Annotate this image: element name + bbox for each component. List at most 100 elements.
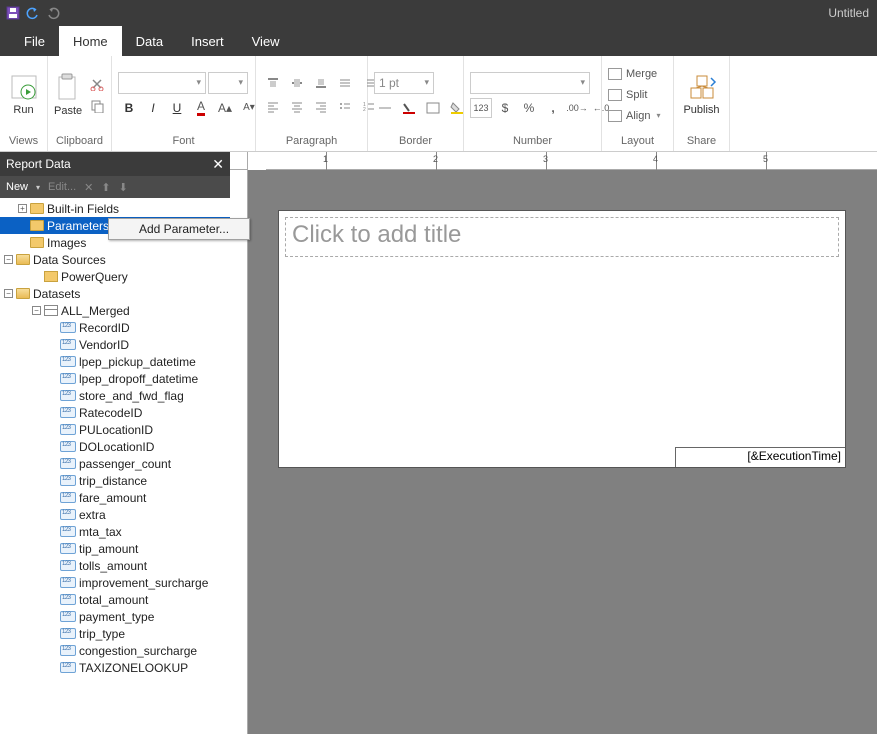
report-body[interactable]: Click to add title [&ExecutionTime]	[278, 210, 846, 468]
field-icon	[60, 611, 76, 622]
field-icon	[60, 645, 76, 656]
tree-field[interactable]: PULocationID	[0, 421, 230, 438]
split-button[interactable]: Split	[608, 85, 660, 105]
undo-icon[interactable]	[26, 6, 40, 20]
align-center-button[interactable]	[286, 97, 308, 117]
report-data-panel: Report Data ✕ New ▾ Edit... ✕ ⬆ ⬇ +Built…	[0, 152, 230, 734]
placeholder-button[interactable]: 123	[470, 98, 492, 118]
run-label: Run	[13, 104, 33, 116]
comma-button[interactable]: ,	[542, 98, 564, 118]
number-format-combo[interactable]: ▾	[470, 72, 590, 94]
title-bar: Untitled	[0, 0, 877, 26]
field-icon	[60, 560, 76, 571]
tab-file[interactable]: File	[10, 26, 59, 56]
tree-field[interactable]: payment_type	[0, 608, 230, 625]
group-layout: Merge Split Align▾ Layout	[602, 56, 674, 151]
tree-powerquery[interactable]: PowerQuery	[0, 268, 230, 285]
tree-field[interactable]: tip_amount	[0, 540, 230, 557]
align-top-button[interactable]	[262, 73, 284, 93]
publish-button[interactable]: Publish	[680, 60, 723, 130]
tree-field[interactable]: total_amount	[0, 591, 230, 608]
field-icon	[60, 526, 76, 537]
align-bottom-button[interactable]	[310, 73, 332, 93]
align-left-button[interactable]	[262, 97, 284, 117]
tree-field[interactable]: congestion_surcharge	[0, 642, 230, 659]
ribbon: Run Views Paste Clipboard ▾ ▾ B I	[0, 56, 877, 152]
field-icon	[60, 458, 76, 469]
tree-field[interactable]: trip_type	[0, 625, 230, 642]
execution-time-textbox[interactable]: [&ExecutionTime]	[675, 447, 845, 467]
report-title-placeholder[interactable]: Click to add title	[285, 217, 839, 257]
tab-view[interactable]: View	[238, 26, 294, 56]
tree-all-merged[interactable]: −ALL_Merged	[0, 302, 230, 319]
group-number-label: Number	[464, 133, 601, 151]
tree-datasets[interactable]: −Datasets	[0, 285, 230, 302]
tree-builtin-fields[interactable]: +Built-in Fields	[0, 200, 230, 217]
border-style-button[interactable]	[374, 98, 396, 118]
tree-field[interactable]: improvement_surcharge	[0, 574, 230, 591]
field-icon	[60, 594, 76, 605]
tree-field[interactable]: extra	[0, 506, 230, 523]
tab-home[interactable]: Home	[59, 26, 122, 56]
panel-edit-button: Edit...	[48, 181, 76, 193]
bullets-button[interactable]	[334, 97, 356, 117]
tree-field[interactable]: VendorID	[0, 336, 230, 353]
decrease-indent-button[interactable]	[334, 73, 356, 93]
increase-decimal-button[interactable]: .00→	[566, 98, 588, 118]
font-color-button[interactable]: A	[190, 98, 212, 118]
border-weight-combo[interactable]: 1 pt▾	[374, 72, 434, 94]
tree-field[interactable]: fare_amount	[0, 489, 230, 506]
tree-data-sources[interactable]: −Data Sources	[0, 251, 230, 268]
tree-field[interactable]: passenger_count	[0, 455, 230, 472]
tree-field[interactable]: lpep_dropoff_datetime	[0, 370, 230, 387]
tab-data[interactable]: Data	[122, 26, 177, 56]
border-color-button[interactable]	[398, 98, 420, 118]
tree-field[interactable]: trip_distance	[0, 472, 230, 489]
tree-field[interactable]: store_and_fwd_flag	[0, 387, 230, 404]
italic-button[interactable]: I	[142, 98, 164, 118]
tree-field[interactable]: lpep_pickup_datetime	[0, 353, 230, 370]
tree-field[interactable]: TAXIZONELOOKUP	[0, 659, 230, 676]
parameters-context-menu: Add Parameter...	[108, 218, 250, 240]
bold-button[interactable]: B	[118, 98, 140, 118]
field-icon	[60, 424, 76, 435]
run-button[interactable]: Run	[6, 60, 41, 130]
percent-button[interactable]: %	[518, 98, 540, 118]
align-right-button[interactable]	[310, 97, 332, 117]
merge-button[interactable]: Merge	[608, 64, 660, 84]
tree-field[interactable]: RecordID	[0, 319, 230, 336]
panel-title: Report Data	[6, 157, 71, 171]
close-icon[interactable]: ✕	[212, 156, 224, 173]
tree-field[interactable]: RatecodeID	[0, 404, 230, 421]
panel-new-button[interactable]: New	[6, 181, 28, 193]
svg-text:2: 2	[363, 107, 366, 113]
tab-insert[interactable]: Insert	[177, 26, 238, 56]
add-parameter-item[interactable]: Add Parameter...	[109, 219, 249, 239]
font-size-combo[interactable]: ▾	[208, 72, 248, 94]
grow-font-button[interactable]: A▴	[214, 98, 236, 118]
group-border-label: Border	[368, 133, 463, 151]
paste-button[interactable]: Paste	[54, 60, 82, 130]
redo-icon[interactable]	[46, 6, 60, 20]
tree-field[interactable]: tolls_amount	[0, 557, 230, 574]
group-paragraph-label: Paragraph	[256, 133, 367, 151]
save-icon[interactable]	[6, 6, 20, 20]
panel-delete-icon: ✕	[84, 181, 93, 194]
copy-icon[interactable]	[86, 96, 108, 116]
currency-button[interactable]: $	[494, 98, 516, 118]
tree-field[interactable]: DOLocationID	[0, 438, 230, 455]
group-layout-label: Layout	[602, 133, 673, 151]
borders-button[interactable]	[422, 98, 444, 118]
run-icon	[10, 74, 38, 102]
panel-down-icon: ⬇	[119, 181, 128, 194]
design-surface[interactable]: Click to add title [&ExecutionTime]	[248, 170, 876, 734]
underline-button[interactable]: U	[166, 98, 188, 118]
panel-toolbar: New ▾ Edit... ✕ ⬆ ⬇	[0, 176, 230, 198]
align-button[interactable]: Align▾	[608, 106, 660, 126]
font-family-combo[interactable]: ▾	[118, 72, 206, 94]
align-middle-button[interactable]	[286, 73, 308, 93]
ribbon-tabs: File Home Data Insert View	[0, 26, 877, 56]
cut-icon[interactable]	[86, 74, 108, 94]
group-font: ▾ ▾ B I U A A▴ A▾ Font	[112, 56, 256, 151]
tree-field[interactable]: mta_tax	[0, 523, 230, 540]
